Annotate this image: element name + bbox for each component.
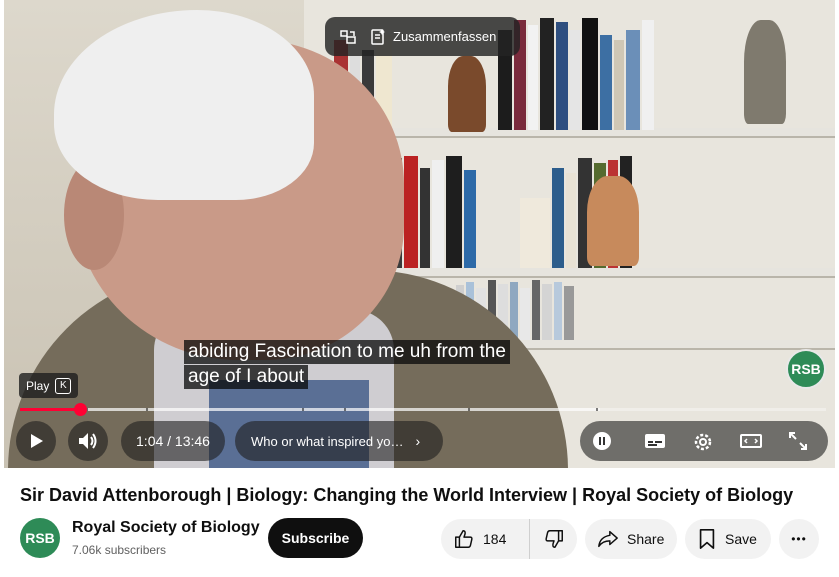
more-icon: •••: [791, 532, 807, 546]
chapter-button[interactable]: Who or what inspired yo… ›: [235, 421, 443, 461]
top-overlay-pill: Zusammenfassen: [325, 17, 520, 56]
caption-line-1: abiding Fascination to me uh from the: [184, 340, 510, 364]
like-button[interactable]: 184: [441, 519, 530, 559]
chapter-marker: [146, 408, 148, 411]
wooden-statue: [448, 56, 486, 132]
caption-line-2: age of I about: [184, 365, 309, 389]
subscribe-button[interactable]: Subscribe: [268, 518, 363, 558]
thumbs-down-icon: [544, 530, 563, 548]
save-button[interactable]: Save: [685, 519, 771, 559]
chevron-right-icon: ›: [415, 433, 421, 449]
progress-loaded: [20, 408, 601, 411]
settings-icon[interactable]: [692, 431, 712, 451]
stone-statue: [744, 20, 786, 124]
play-tooltip: Play K: [19, 373, 79, 398]
theater-icon[interactable]: [740, 431, 762, 451]
play-icon: [31, 434, 43, 448]
chapter-marker: [468, 408, 470, 411]
fullscreen-icon[interactable]: [788, 431, 808, 451]
video-frame[interactable]: [4, 0, 835, 468]
more-actions-button[interactable]: •••: [779, 519, 819, 559]
play-button[interactable]: [16, 421, 56, 461]
play-tooltip-label: Play: [26, 378, 50, 393]
chapter-marker: [596, 408, 598, 411]
chapter-marker: [302, 408, 304, 411]
save-label: Save: [725, 531, 757, 547]
summarize-icon[interactable]: [369, 28, 387, 46]
share-icon: [598, 530, 618, 548]
like-count: 184: [483, 531, 507, 547]
channel-name[interactable]: Royal Society of Biology: [72, 519, 260, 537]
chapter-marker: [344, 408, 346, 411]
scrubber-handle[interactable]: [73, 403, 87, 416]
volume-button[interactable]: [68, 421, 108, 461]
clay-statue: [587, 176, 639, 266]
progress-played: [20, 408, 80, 411]
channel-watermark[interactable]: RSB: [786, 349, 826, 389]
share-button[interactable]: Share: [585, 519, 677, 559]
books-row: [334, 148, 825, 268]
time-display: 1:04 / 13:46: [121, 421, 225, 461]
pause-icon[interactable]: [592, 431, 612, 451]
bookmark-icon: [699, 529, 715, 549]
miniplayer-icon[interactable]: [339, 28, 357, 46]
channel-avatar[interactable]: RSB: [20, 518, 60, 558]
progress-bar[interactable]: [20, 403, 826, 416]
like-dislike-group: 184: [441, 519, 577, 559]
dislike-button[interactable]: [530, 528, 577, 550]
volume-icon: [79, 433, 97, 449]
share-label: Share: [627, 531, 665, 547]
video-player[interactable]: abiding Fascination to me uh from the ag…: [4, 0, 835, 468]
play-shortcut-key: K: [55, 377, 72, 394]
summarize-button[interactable]: Zusammenfassen: [393, 29, 496, 44]
thumbs-up-icon: [455, 530, 473, 548]
chapter-label: Who or what inspired yo…: [251, 433, 404, 449]
youtube-watch-page: abiding Fascination to me uh from the ag…: [0, 0, 839, 577]
subtitles-icon[interactable]: [644, 431, 665, 451]
person-hair: [54, 10, 314, 200]
right-controls: [580, 421, 828, 461]
subscriber-count: 7.06k subscribers: [72, 543, 167, 557]
video-title: Sir David Attenborough | Biology: Changi…: [20, 485, 794, 505]
